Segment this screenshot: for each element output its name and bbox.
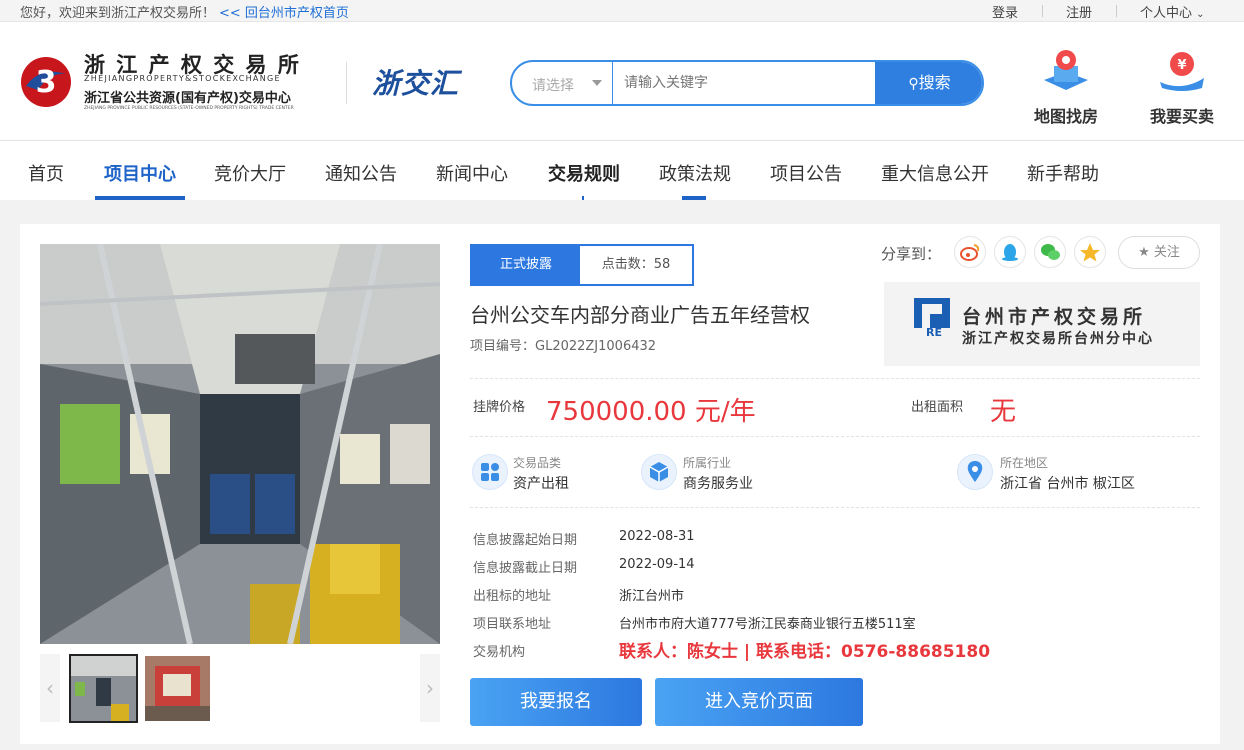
nav-item-notices[interactable]: 通知公告 bbox=[325, 160, 397, 186]
personal-center-label: 个人中心 bbox=[1140, 6, 1193, 21]
chevron-down-icon: ⌄ bbox=[1196, 9, 1205, 20]
nav-marker bbox=[582, 196, 584, 200]
detail-label-rental-address: 出租标的地址 bbox=[473, 589, 552, 604]
favorite-share-icon[interactable] bbox=[1074, 236, 1106, 268]
search-input[interactable] bbox=[624, 72, 869, 94]
org-logo-title: 台州市产权交易所 bbox=[962, 306, 1147, 328]
logo-subtitle-english: ZHEJIANG PROVINCE PUBLIC RESOURCES (STAT… bbox=[84, 106, 294, 111]
detail-label-start-date: 信息披露起始日期 bbox=[473, 533, 578, 548]
buy-sell-label[interactable]: 我要买卖 bbox=[1150, 103, 1214, 127]
login-link[interactable]: 登录 bbox=[992, 2, 1018, 21]
nav-item-major-info[interactable]: 重大信息公开 bbox=[881, 160, 989, 186]
status-tabs: 正式披露 点击数：58 bbox=[470, 244, 694, 286]
nav-marker bbox=[682, 196, 706, 200]
follow-label: 关注 bbox=[1153, 245, 1180, 260]
logo-subtitle: 浙江省公共资源(国有产权)交易中心 bbox=[84, 91, 291, 106]
search-button-label: 搜索 bbox=[918, 73, 951, 92]
qq-share-icon[interactable] bbox=[994, 236, 1026, 268]
map-find-icon[interactable] bbox=[1040, 48, 1092, 94]
nav-item-project-announcements[interactable]: 项目公告 bbox=[770, 160, 842, 186]
welcome-text: 您好，欢迎来到浙江产权交易所！ << 回台州市产权首页 bbox=[20, 2, 349, 21]
detail-value-start-date: 2022-08-31 bbox=[619, 529, 695, 544]
search-button[interactable]: ⚲搜索 bbox=[875, 62, 982, 104]
location-icon bbox=[957, 454, 993, 490]
category-label: 交易品类 bbox=[513, 456, 562, 470]
thumbnail-next-button[interactable]: › bbox=[420, 654, 440, 722]
caret-down-icon bbox=[592, 80, 602, 86]
divider bbox=[470, 378, 1200, 379]
area-value: 无 bbox=[990, 397, 1017, 427]
category-icon bbox=[472, 454, 508, 490]
nav-item-bidding-hall[interactable]: 竞价大厅 bbox=[214, 160, 286, 186]
thumbnail-prev-button[interactable]: ‹ bbox=[40, 654, 60, 722]
divider bbox=[612, 62, 613, 104]
status-tab-formal-disclosure[interactable]: 正式披露 bbox=[472, 246, 580, 284]
active-tab-indicator bbox=[95, 196, 185, 200]
buy-sell-icon[interactable]: ¥ bbox=[1156, 48, 1208, 94]
weibo-share-icon[interactable] bbox=[954, 236, 986, 268]
price-value: 750000.00 元/年 bbox=[546, 397, 756, 427]
org-logo-subtitle: 浙江产权交易所台州分中心 bbox=[962, 331, 1154, 347]
detail-label-contact-address: 项目联系地址 bbox=[473, 617, 552, 632]
divider bbox=[1042, 5, 1043, 17]
nav-item-news[interactable]: 新闻中心 bbox=[436, 160, 508, 186]
project-code: 项目编号：GL2022ZJ1006432 bbox=[470, 339, 657, 354]
org-logo-box: RE 台州市产权交易所 浙江产权交易所台州分中心 bbox=[884, 282, 1200, 366]
search-icon: ⚲ bbox=[908, 76, 919, 92]
share-label: 分享到： bbox=[881, 245, 942, 263]
nav-item-policies[interactable]: 政策法规 bbox=[659, 160, 731, 186]
detail-label-end-date: 信息披露截止日期 bbox=[473, 561, 578, 576]
nav-item-trading-rules[interactable]: 交易规则 bbox=[548, 160, 620, 186]
header: 3 浙 江 产 权 交 易 所 ZHEJIANGPROPERTY&STOCKEX… bbox=[0, 22, 1244, 140]
category-value: 资产出租 bbox=[513, 476, 569, 492]
nav-item-help[interactable]: 新手帮助 bbox=[1027, 160, 1099, 186]
search-category-select[interactable]: 请选择 bbox=[532, 75, 574, 95]
project-main-image[interactable] bbox=[40, 244, 440, 644]
detail-value-contact: 联系人：陈女士 | 联系电话：0576-88685180 bbox=[619, 642, 991, 662]
main-nav: 首页 项目中心 竞价大厅 通知公告 新闻中心 交易规则 政策法规 项目公告 重大… bbox=[0, 140, 1244, 200]
divider bbox=[346, 62, 347, 104]
price-label: 挂牌价格 bbox=[473, 400, 526, 415]
register-link[interactable]: 注册 bbox=[1066, 2, 1092, 21]
thumbnail-1[interactable] bbox=[69, 654, 138, 723]
map-find-label[interactable]: 地图找房 bbox=[1034, 103, 1098, 127]
detail-label-institution: 交易机构 bbox=[473, 645, 526, 660]
nav-item-project-center[interactable]: 项目中心 bbox=[104, 160, 176, 186]
top-bar: 您好，欢迎来到浙江产权交易所！ << 回台州市产权首页 登录 注册 个人中心 ⌄ bbox=[0, 0, 1244, 22]
zhejiaohui-logo[interactable]: 浙交汇 bbox=[372, 62, 459, 102]
nav-item-home[interactable]: 首页 bbox=[28, 160, 64, 186]
project-title: 台州公交车内部分商业广告五年经营权 bbox=[470, 303, 810, 327]
divider bbox=[1116, 5, 1117, 17]
industry-icon bbox=[641, 454, 677, 490]
industry-value: 商务服务业 bbox=[683, 476, 753, 492]
thumbnail-2[interactable] bbox=[145, 656, 210, 721]
star-icon: ★ bbox=[1138, 245, 1150, 260]
personal-center-menu[interactable]: 个人中心 ⌄ bbox=[1140, 2, 1205, 21]
follow-button[interactable]: ★ 关注 bbox=[1118, 236, 1200, 269]
area-label: 出租面积 bbox=[911, 400, 964, 415]
project-card: ‹ › 正式披露 点击数：58 分享到： ★ 关注 台州公交车内部分商业广告五年… bbox=[20, 224, 1220, 744]
click-count: 点击数：58 bbox=[601, 257, 671, 272]
region-value: 浙江省 台州市 椒江区 bbox=[1000, 476, 1135, 492]
search-bar: 请选择 ⚲搜索 bbox=[510, 60, 984, 106]
industry-label: 所属行业 bbox=[683, 456, 732, 470]
exchange-logo-icon[interactable]: 3 bbox=[20, 56, 72, 108]
logo-english: ZHEJIANGPROPERTY&STOCKEXCHANGE bbox=[84, 74, 281, 83]
welcome-message: 您好，欢迎来到浙江产权交易所！ bbox=[20, 6, 216, 21]
svg-text:¥: ¥ bbox=[1177, 58, 1186, 73]
svg-text:3: 3 bbox=[36, 65, 57, 100]
detail-value-rental-address: 浙江台州市 bbox=[619, 589, 685, 604]
region-label: 所在地区 bbox=[1000, 456, 1049, 470]
back-home-link[interactable]: << 回台州市产权首页 bbox=[219, 6, 349, 21]
divider bbox=[470, 507, 1200, 508]
signup-button[interactable]: 我要报名 bbox=[470, 678, 642, 726]
detail-value-end-date: 2022-09-14 bbox=[619, 557, 695, 572]
enter-bidding-button[interactable]: 进入竞价页面 bbox=[655, 678, 863, 726]
divider bbox=[470, 436, 1200, 437]
detail-value-contact-address: 台州市市府大道777号浙江民泰商业银行五楼511室 bbox=[619, 617, 916, 632]
org-logo-mark-text: RE bbox=[926, 326, 942, 339]
wechat-share-icon[interactable] bbox=[1034, 236, 1066, 268]
